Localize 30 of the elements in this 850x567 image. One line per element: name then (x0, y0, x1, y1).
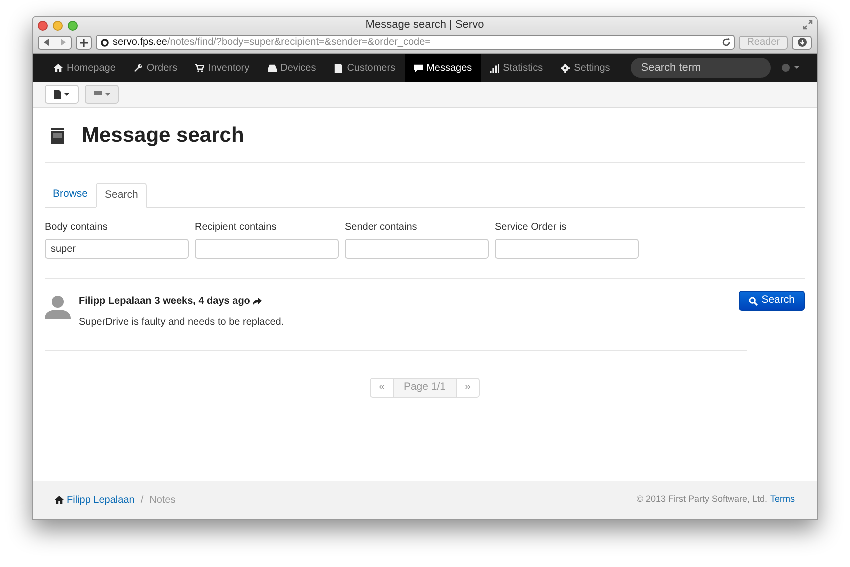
tab[interactable]: Browse (45, 183, 96, 207)
nav-item[interactable]: Messages (404, 54, 482, 82)
search-button[interactable]: Search (738, 291, 805, 311)
tab[interactable]: Search (96, 183, 148, 208)
breadcrumb-separator: / (140, 494, 144, 508)
input-field[interactable]: super (45, 239, 189, 259)
address-field[interactable]: servo.fps.ee/notes/find/?body=super&recipient=&sender=&order_code= (96, 35, 736, 50)
nav-item[interactable]: Inventory (186, 54, 259, 82)
nav-item[interactable]: Settings (552, 54, 620, 82)
url-text: servo.fps.ee/notes/find/?body=super&recipient=&sender=&order_code= (113, 36, 431, 50)
nav-item[interactable]: Orders (124, 54, 186, 82)
field-label: Recipient contains (195, 221, 278, 235)
page-indicator: Page 1/1 (394, 379, 458, 397)
field-label: Sender contains (345, 221, 418, 235)
field-label: Body contains (45, 221, 109, 235)
nav-item[interactable]: Devices (258, 54, 326, 82)
nav-item[interactable]: Customers (325, 54, 405, 82)
message-time: 3 weeks, 4 days ago (154, 295, 250, 309)
page-title: Message search (82, 122, 244, 149)
message-author: Filipp Lepalaan (79, 295, 152, 309)
copyright-text: © 2013 First Party Software, Ltd. (636, 493, 768, 506)
search-field[interactable]: Search term (631, 58, 772, 78)
breadcrumb-current: Notes (150, 494, 176, 508)
terms-link[interactable]: Terms (770, 493, 795, 507)
nav-item[interactable]: Statistics (481, 54, 552, 82)
window-title: Message search | Servo (366, 18, 484, 34)
breadcrumb-link[interactable]: Filipp Lepalaan (67, 492, 135, 508)
message-body: SuperDrive is faulty and needs to be replaced. (79, 316, 284, 330)
nav-item[interactable]: Homepage (45, 54, 125, 82)
field-label: Service Order is (495, 221, 568, 235)
